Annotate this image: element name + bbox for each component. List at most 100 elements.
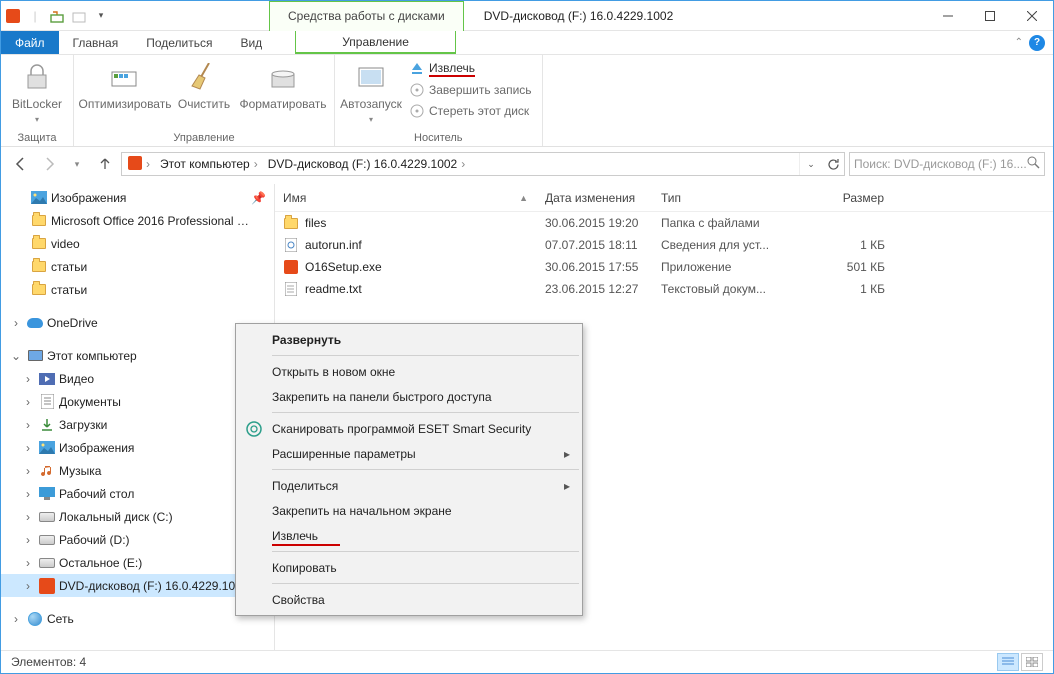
tab-view[interactable]: Вид (226, 31, 276, 54)
ctx-extended[interactable]: Расширенные параметры▸ (238, 441, 580, 466)
expand-icon[interactable]: › (21, 441, 35, 455)
broom-icon (188, 61, 220, 93)
submenu-arrow-icon: ▸ (564, 479, 570, 493)
view-details-button[interactable] (997, 653, 1019, 671)
tree-item-images[interactable]: Изображения📌 (1, 186, 274, 209)
tree-item-network[interactable]: ›Сеть (1, 607, 274, 630)
qat-dropdown-icon[interactable]: ▾ (93, 8, 109, 24)
ctx-eject[interactable]: Извлечь (238, 523, 580, 548)
collapse-icon[interactable]: ⌄ (9, 349, 23, 363)
refresh-button[interactable] (822, 153, 844, 175)
ctx-expand[interactable]: Развернуть (238, 327, 580, 352)
underline-highlight (272, 544, 340, 546)
maximize-button[interactable] (969, 2, 1011, 30)
tree-item-onedrive[interactable]: ›OneDrive (1, 311, 274, 334)
ctx-share[interactable]: Поделиться▸ (238, 473, 580, 498)
crumb-drive[interactable]: DVD-дисковод (F:) 16.0.4229.1002› (262, 153, 470, 175)
address-dropdown[interactable]: ⌄ (800, 153, 822, 175)
ctx-pin-quick[interactable]: Закрепить на панели быстрого доступа (238, 384, 580, 409)
expand-icon[interactable]: › (9, 316, 23, 330)
crumb-this-pc[interactable]: Этот компьютер› (154, 153, 262, 175)
tree-item-downloads[interactable]: ›Загрузки (1, 413, 274, 436)
tree-item-drive-d[interactable]: ›Рабочий (D:) (1, 528, 274, 551)
tree-item-stati2[interactable]: статьи (1, 278, 274, 301)
eject-button[interactable]: Извлечь (405, 59, 536, 79)
expand-icon[interactable]: › (9, 612, 23, 626)
address-bar[interactable]: › Этот компьютер› DVD-дисковод (F:) 16.0… (121, 152, 845, 176)
minimize-button[interactable] (927, 2, 969, 30)
expand-icon[interactable]: › (21, 395, 35, 409)
tree-item-pictures[interactable]: ›Изображения (1, 436, 274, 459)
context-menu: Развернуть Открыть в новом окне Закрепит… (235, 323, 583, 616)
view-large-button[interactable] (1021, 653, 1043, 671)
tree-item-local-c[interactable]: ›Локальный диск (C:) (1, 505, 274, 528)
expand-icon[interactable]: › (21, 533, 35, 547)
file-row[interactable]: readme.txt23.06.2015 12:27Текстовый доку… (275, 278, 1053, 300)
column-date[interactable]: Дата изменения (537, 191, 653, 205)
expand-icon[interactable]: › (21, 510, 35, 524)
tab-share[interactable]: Поделиться (132, 31, 226, 54)
file-row[interactable]: files30.06.2015 19:20Папка с файлами (275, 212, 1053, 234)
file-row[interactable]: autorun.inf07.07.2015 18:11Сведения для … (275, 234, 1053, 256)
tab-home[interactable]: Главная (59, 31, 133, 54)
format-label: Форматировать (239, 97, 326, 111)
up-button[interactable] (93, 152, 117, 176)
column-type[interactable]: Тип (653, 191, 803, 205)
format-button[interactable]: Форматировать (238, 59, 328, 111)
pc-icon (27, 348, 43, 364)
tree-item-music[interactable]: ›Музыка (1, 459, 274, 482)
new-folder-icon[interactable] (71, 8, 87, 24)
expand-icon[interactable]: › (21, 579, 35, 593)
ctx-copy[interactable]: Копировать (238, 555, 580, 580)
expand-icon[interactable]: › (21, 418, 35, 432)
column-size[interactable]: Размер (803, 191, 893, 205)
tree-item-desktop[interactable]: ›Рабочий стол (1, 482, 274, 505)
lock-icon (21, 61, 53, 93)
expand-icon[interactable]: › (21, 556, 35, 570)
pictures-icon (31, 190, 47, 206)
tab-manage[interactable]: Управление (295, 31, 456, 54)
expand-icon[interactable]: › (21, 487, 35, 501)
eject-icon (409, 61, 425, 77)
close-session-button[interactable]: Завершить запись (405, 80, 536, 100)
ctx-properties[interactable]: Свойства (238, 587, 580, 612)
folder-icon (31, 213, 47, 229)
column-name[interactable]: Имя▲ (275, 191, 537, 205)
dvd-icon (39, 578, 55, 594)
tree-item-documents[interactable]: ›Документы (1, 390, 274, 413)
forward-button[interactable] (37, 152, 61, 176)
ctx-eset-scan[interactable]: Сканировать программой ESET Smart Securi… (238, 416, 580, 441)
properties-icon[interactable] (49, 8, 65, 24)
ribbon-expand-icon[interactable]: ⌃ (1015, 37, 1023, 48)
tree-item-videos[interactable]: ›Видео (1, 367, 274, 390)
search-input[interactable]: Поиск: DVD-дисковод (F:) 16.... (849, 152, 1045, 176)
bitlocker-label: BitLocker▾ (12, 97, 62, 125)
bitlocker-button[interactable]: BitLocker▾ (7, 59, 67, 125)
ctx-pin-start[interactable]: Закрепить на начальном экране (238, 498, 580, 523)
ctx-new-window[interactable]: Открыть в новом окне (238, 359, 580, 384)
optimize-button[interactable]: Оптимизировать (80, 59, 170, 111)
erase-button[interactable]: Стереть этот диск (405, 101, 536, 121)
tree-item-video[interactable]: video (1, 232, 274, 255)
help-icon[interactable]: ? (1029, 35, 1045, 51)
tree-item-dvd[interactable]: ›DVD-дисковод (F:) 16.0.4229.1002 (1, 574, 274, 597)
back-button[interactable] (9, 152, 33, 176)
crumb-root[interactable]: › (122, 153, 154, 175)
tree-item-stati1[interactable]: статьи (1, 255, 274, 278)
folder-icon (31, 259, 47, 275)
music-icon (39, 463, 55, 479)
file-row[interactable]: O16Setup.exe30.06.2015 17:55Приложение50… (275, 256, 1053, 278)
pin-icon: 📌 (251, 191, 266, 205)
cleanup-button[interactable]: Очистить (174, 59, 234, 111)
autorun-button[interactable]: Автозапуск▾ (341, 59, 401, 125)
expand-icon[interactable]: › (21, 372, 35, 386)
expand-icon[interactable]: › (21, 464, 35, 478)
tree-item-thispc[interactable]: ⌄Этот компьютер (1, 344, 274, 367)
tree-item-drive-e[interactable]: ›Остальное (E:) (1, 551, 274, 574)
history-dropdown[interactable]: ▾ (65, 152, 89, 176)
tab-file[interactable]: Файл (1, 31, 59, 54)
tree-item-msoffice[interactable]: Microsoft Office 2016 Professional Plus (1, 209, 274, 232)
close-button[interactable] (1011, 2, 1053, 30)
close-session-label: Завершить запись (429, 83, 532, 97)
search-icon[interactable] (1027, 156, 1040, 172)
